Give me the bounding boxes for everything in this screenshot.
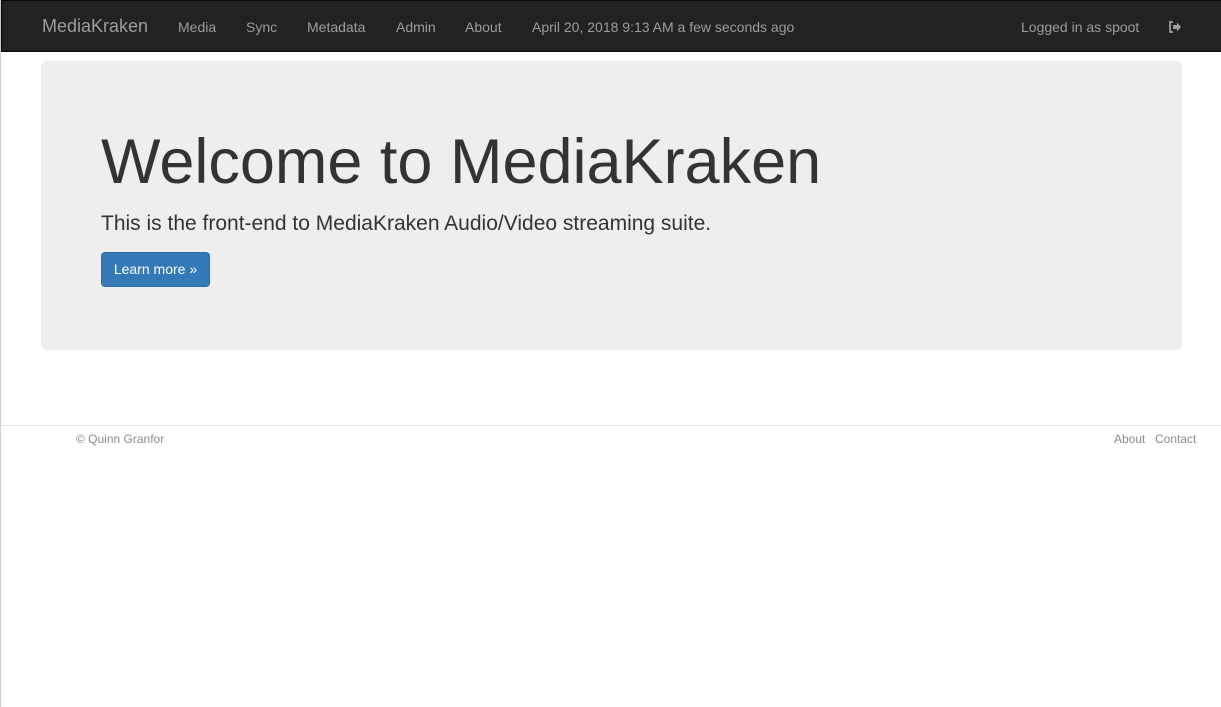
footer-link-about[interactable]: About: [1114, 432, 1145, 446]
navbar-timestamp: April 20, 2018 9:13 AM a few seconds ago: [532, 19, 795, 35]
page-frame: MediaKraken Media Sync Metadata Admin Ab…: [0, 0, 1221, 707]
footer-link-contact[interactable]: Contact: [1155, 432, 1196, 446]
top-navbar: MediaKraken Media Sync Metadata Admin Ab…: [1, 0, 1221, 52]
nav-item-media[interactable]: Media: [178, 19, 216, 35]
sign-out-icon[interactable]: [1168, 20, 1182, 34]
sign-out-icon-glyph: [1169, 21, 1181, 33]
nav-item-admin[interactable]: Admin: [396, 19, 436, 35]
footer-copyright: © Quinn Granfor: [76, 432, 165, 446]
nav-item-metadata[interactable]: Metadata: [307, 19, 365, 35]
brand-link[interactable]: MediaKraken: [42, 16, 148, 37]
welcome-jumbotron: Welcome to MediaKraken This is the front…: [41, 61, 1182, 350]
lead-text: This is the front-end to MediaKraken Aud…: [101, 212, 712, 235]
learn-more-button[interactable]: Learn more »: [101, 252, 210, 287]
nav-item-sync[interactable]: Sync: [246, 19, 277, 35]
nav-item-about[interactable]: About: [465, 19, 502, 35]
logged-in-user: Logged in as spoot: [1021, 19, 1140, 35]
page-title: Welcome to MediaKraken: [101, 127, 822, 197]
footer-divider: [1, 425, 1221, 426]
